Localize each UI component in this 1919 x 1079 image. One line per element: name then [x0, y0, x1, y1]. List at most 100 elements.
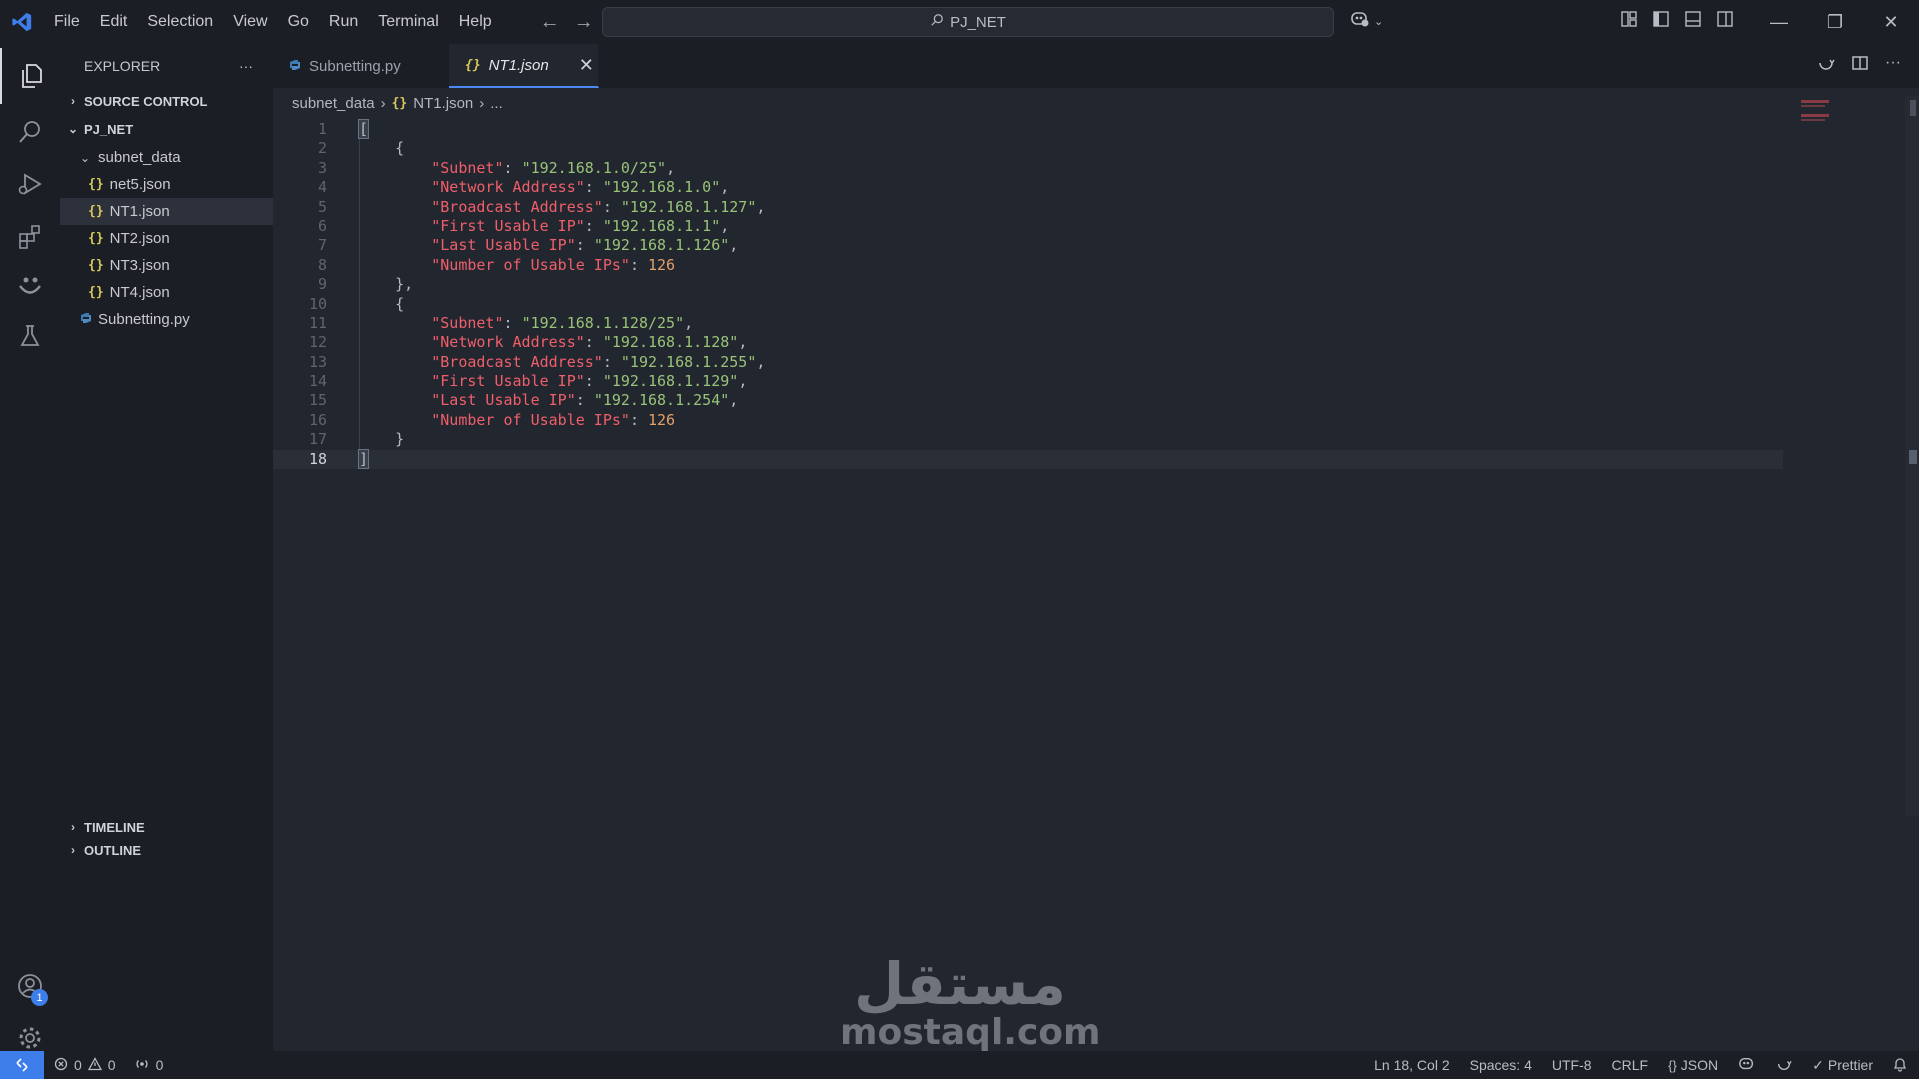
toggle-primary-sidebar-icon[interactable] — [1652, 10, 1670, 32]
sync-icon[interactable] — [1817, 54, 1835, 76]
language-mode[interactable]: {} JSON — [1668, 1057, 1718, 1073]
file-label: NT1.json — [109, 203, 170, 220]
tab-subnetting-py[interactable]: Subnetting.py — [273, 44, 449, 88]
cursor-position[interactable]: Ln 18, Col 2 — [1374, 1057, 1450, 1073]
folder-subnet-data[interactable]: ⌄ subnet_data — [60, 144, 273, 171]
breadcrumb-folder[interactable]: subnet_data — [292, 95, 375, 112]
json-key: "Number of Usable IPs" — [431, 410, 630, 429]
ports-count: 0 — [155, 1057, 164, 1073]
code-line: 12 "Network Address": "192.168.1.128", — [273, 333, 1783, 352]
customize-layout-icon[interactable] — [1620, 10, 1638, 32]
source-control-section[interactable]: › SOURCE CONTROL — [60, 88, 273, 114]
braces-icon: {} — [1668, 1057, 1677, 1073]
menu-view[interactable]: View — [223, 0, 277, 44]
python-file-icon — [80, 311, 92, 328]
toggle-panel-icon[interactable] — [1684, 10, 1702, 32]
menu-go[interactable]: Go — [278, 0, 319, 44]
line-number: 15 — [308, 391, 327, 410]
scrollbar-thumb[interactable] — [1910, 100, 1916, 116]
copilot-status-icon[interactable] — [1738, 1056, 1756, 1075]
menu-terminal[interactable]: Terminal — [368, 0, 448, 44]
nav-arrows: ← → — [540, 11, 594, 34]
outline-section[interactable]: › OUTLINE — [60, 837, 273, 863]
breadcrumb-file[interactable]: NT1.json — [413, 95, 473, 112]
testing-icon[interactable] — [0, 308, 60, 364]
command-center-search[interactable]: PJ_NET — [602, 7, 1334, 37]
restore-icon[interactable]: ❐ — [1807, 0, 1863, 44]
search-icon[interactable] — [0, 104, 60, 160]
menu-run[interactable]: Run — [319, 0, 368, 44]
run-debug-icon[interactable] — [0, 156, 60, 212]
line-number: 3 — [317, 158, 327, 177]
breadcrumb: subnet_data › {} NT1.json › ... — [292, 92, 503, 114]
explorer-icon[interactable] — [0, 48, 60, 104]
status-bar: 0 0 0 Ln 18, Col 2 Spaces: 4 UTF-8 CRLF … — [0, 1051, 1919, 1079]
prettier-status[interactable]: ✓ Prettier — [1812, 1057, 1873, 1074]
vertical-scrollbar[interactable] — [1905, 96, 1919, 816]
file-nt4-json[interactable]: {} NT4.json — [60, 279, 273, 306]
more-actions-icon[interactable]: ··· — [239, 58, 253, 74]
remote-indicator-icon[interactable] — [0, 1051, 44, 1079]
accounts-icon[interactable]: 1 — [0, 958, 60, 1014]
line-number: 4 — [317, 178, 327, 197]
line-number: 13 — [308, 352, 327, 371]
code-line: 16 "Number of Usable IPs": 126 — [273, 411, 1783, 430]
forward-arrow-icon[interactable]: → — [574, 11, 594, 34]
line-number: 5 — [317, 197, 327, 216]
menu-selection[interactable]: Selection — [137, 0, 223, 44]
json-string: "192.168.1.1" — [602, 216, 721, 235]
chevron-down-icon: ⌄ — [1374, 15, 1384, 28]
bell-icon[interactable] — [1893, 1056, 1907, 1075]
error-count: 0 — [74, 1057, 82, 1073]
chevron-right-icon: › — [71, 820, 75, 834]
code-line: 10 { — [273, 295, 1783, 314]
extensions-icon[interactable] — [0, 208, 60, 264]
prettier-label: Prettier — [1827, 1057, 1873, 1073]
line-number: 18 — [308, 449, 327, 468]
json-key: "First Usable IP" — [431, 216, 585, 235]
json-key: "Subnet" — [431, 313, 504, 332]
minimize-icon[interactable]: — — [1751, 0, 1807, 44]
breadcrumb-more[interactable]: ... — [490, 95, 503, 112]
encoding[interactable]: UTF-8 — [1552, 1057, 1592, 1073]
line-number: 16 — [308, 410, 327, 429]
file-nt3-json[interactable]: {} NT3.json — [60, 252, 273, 279]
code-line: 13 "Broadcast Address": "192.168.1.255", — [273, 353, 1783, 372]
sync-status-icon[interactable] — [1776, 1056, 1792, 1075]
close-icon[interactable]: ✕ — [579, 55, 594, 76]
indentation[interactable]: Spaces: 4 — [1470, 1057, 1532, 1073]
menu-help[interactable]: Help — [449, 0, 502, 44]
menu-edit[interactable]: Edit — [90, 0, 138, 44]
json-file-icon: {} — [88, 177, 104, 192]
minimap[interactable] — [1795, 96, 1835, 126]
code-editor[interactable]: 1[ 2 { 3 "Subnet": "192.168.1.0/25", 4 "… — [273, 119, 1783, 470]
file-nt2-json[interactable]: {} NT2.json — [60, 225, 273, 252]
line-ending[interactable]: CRLF — [1612, 1057, 1649, 1073]
file-net5-json[interactable]: {} net5.json — [60, 171, 273, 198]
file-label: Subnetting.py — [98, 311, 190, 328]
split-editor-icon[interactable] — [1851, 54, 1869, 76]
json-number: 126 — [648, 410, 676, 429]
code-line: 3 "Subnet": "192.168.1.0/25", — [273, 159, 1783, 178]
vscode-logo-icon — [0, 0, 44, 44]
file-nt1-json[interactable]: {} NT1.json — [60, 198, 273, 225]
close-window-icon[interactable]: ✕ — [1863, 0, 1919, 44]
project-section[interactable]: ⌄ PJ_NET — [60, 116, 273, 142]
problems-indicator[interactable]: 0 0 0 — [54, 1056, 164, 1074]
chevron-right-icon: › — [380, 94, 386, 112]
tab-nt1-json[interactable]: {} NT1.json ✕ — [449, 44, 599, 88]
file-subnetting-py[interactable]: Subnetting.py — [60, 306, 273, 333]
line-number: 11 — [308, 313, 327, 332]
layout-controls — [1620, 10, 1734, 32]
back-arrow-icon[interactable]: ← — [540, 11, 560, 34]
title-bar: File Edit Selection View Go Run Terminal… — [0, 0, 1919, 44]
code-line: 15 "Last Usable IP": "192.168.1.254", — [273, 391, 1783, 410]
menu-file[interactable]: File — [44, 0, 90, 44]
code-line: 2 { — [273, 139, 1783, 158]
live-share-icon[interactable] — [0, 258, 60, 314]
toggle-secondary-sidebar-icon[interactable] — [1716, 10, 1734, 32]
more-actions-icon[interactable]: ··· — [1885, 54, 1901, 76]
chevron-down-icon: ⌄ — [79, 150, 91, 165]
copilot-button[interactable]: ⌄ — [1350, 10, 1383, 32]
chevron-down-icon: ⌄ — [67, 122, 79, 136]
